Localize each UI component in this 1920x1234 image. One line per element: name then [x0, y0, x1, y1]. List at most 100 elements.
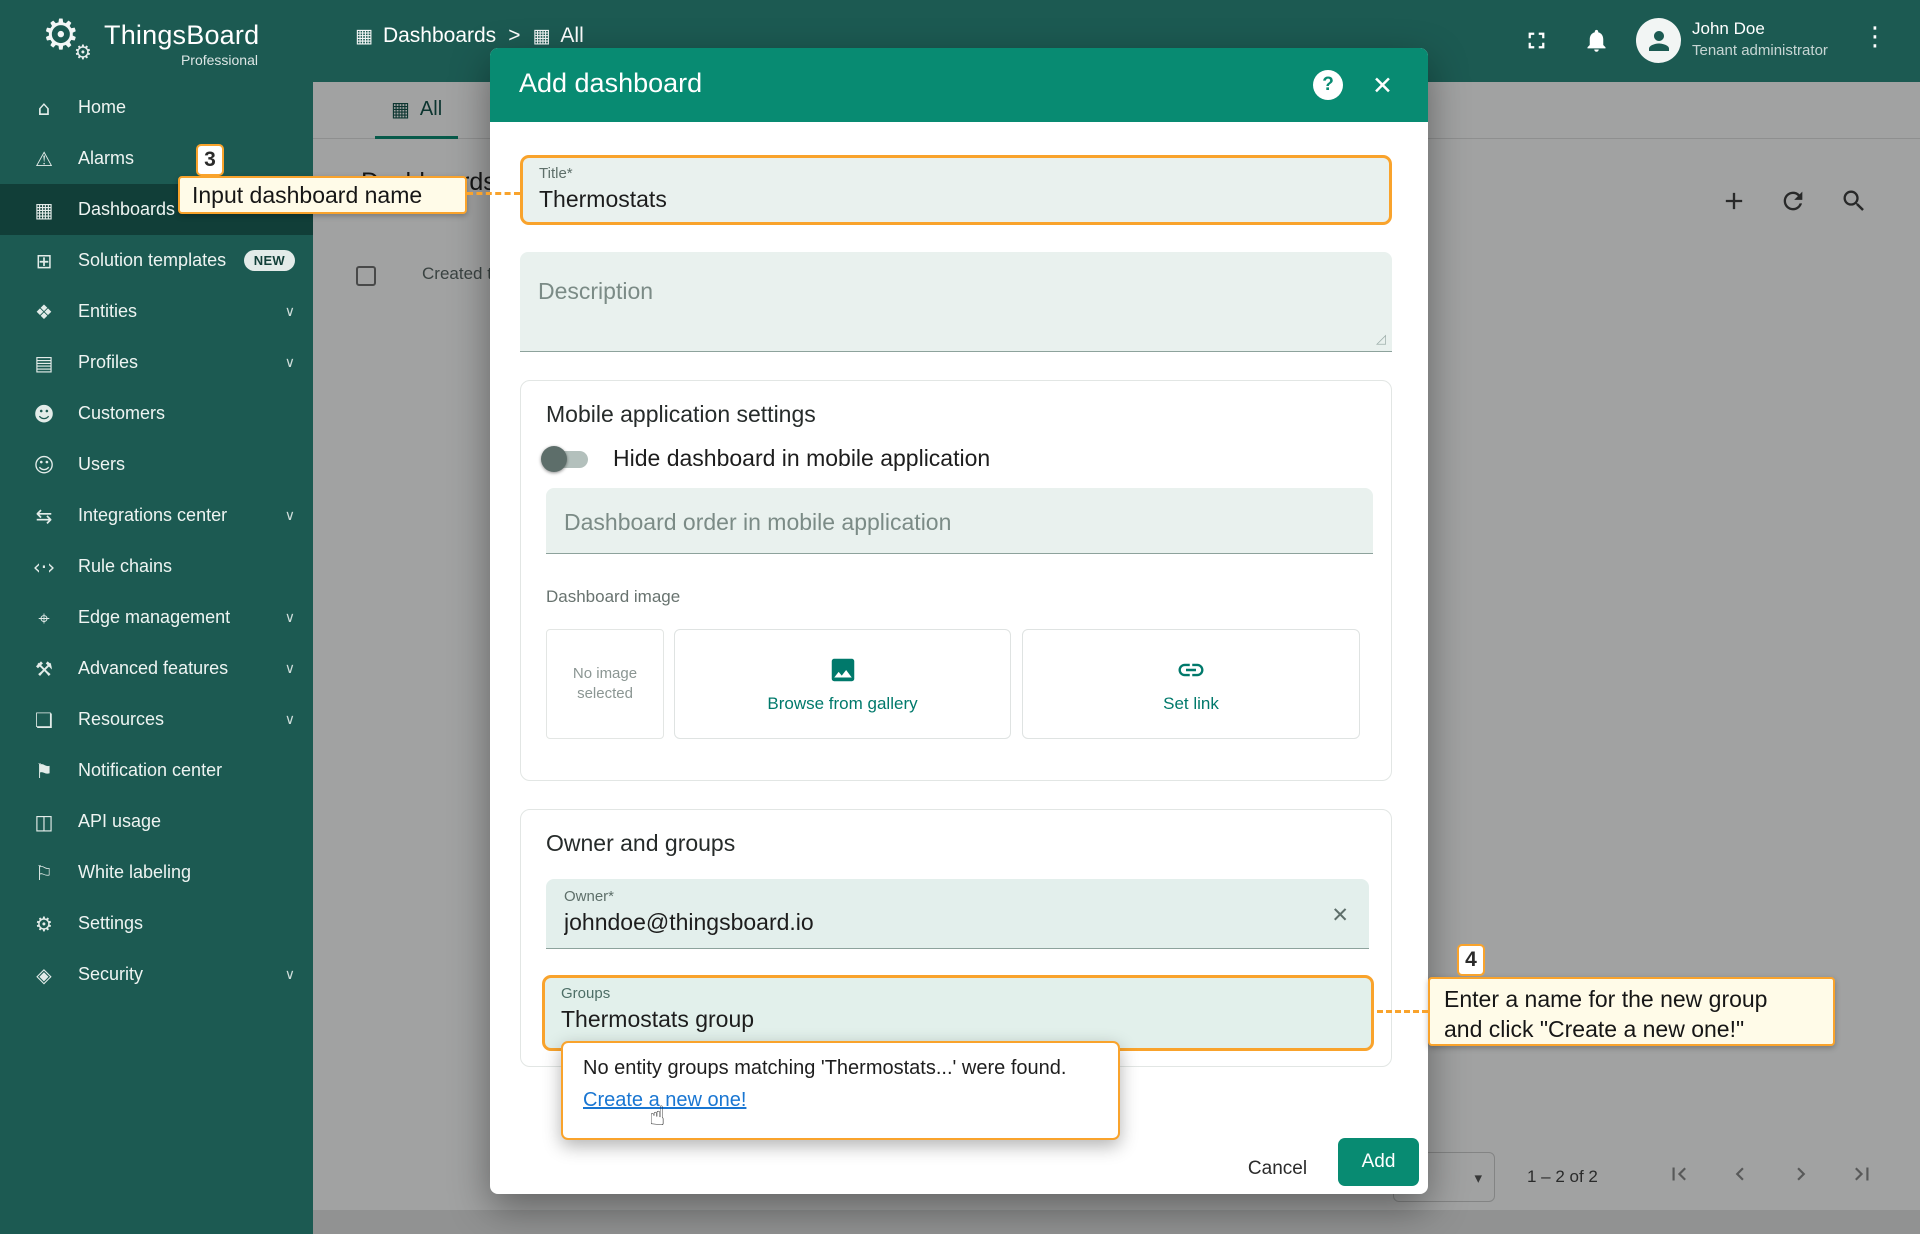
sidebar-item-label: Security: [78, 964, 143, 985]
advanced-features-icon: ⚒: [30, 657, 58, 681]
sidebar-item-label: White labeling: [78, 862, 191, 883]
step-4-connector: [1377, 1010, 1428, 1013]
owner-groups-heading: Owner and groups: [546, 830, 735, 857]
dashboards-icon: ▦: [30, 198, 58, 222]
set-link-button[interactable]: Set link: [1022, 629, 1360, 739]
close-icon[interactable]: ✕: [1372, 71, 1393, 100]
notifications-bell-icon[interactable]: [1583, 27, 1610, 54]
chevron-down-icon: ∨: [285, 610, 295, 626]
resize-grip-icon[interactable]: ◿: [1376, 332, 1386, 347]
dashboard-order-input[interactable]: [564, 506, 1355, 536]
title-field: Title*: [520, 155, 1392, 225]
sidebar-item-security[interactable]: ◈ Security ∨: [0, 949, 313, 1000]
set-link-label: Set link: [1163, 694, 1219, 714]
cancel-button[interactable]: Cancel: [1225, 1146, 1330, 1191]
users-icon: ☺: [30, 453, 58, 477]
group-icon: ▦: [532, 27, 550, 46]
owner-groups-card: Owner and groups Owner* ✕ Groups: [520, 809, 1392, 1067]
rule-chains-icon: ‹·›: [30, 555, 58, 579]
chevron-down-icon: ∨: [285, 355, 295, 371]
sidebar-item-label: Resources: [78, 709, 164, 730]
chevron-down-icon: ∨: [285, 508, 295, 524]
groups-field: Groups: [542, 975, 1374, 1051]
no-image-preview: No image selected: [546, 629, 664, 739]
sidebar-item-edge-management[interactable]: ⌖ Edge management ∨: [0, 592, 313, 643]
add-button[interactable]: Add: [1338, 1138, 1419, 1186]
description-textarea[interactable]: [520, 252, 1392, 351]
dashboard-image-label: Dashboard image: [546, 587, 680, 607]
step-4-badge: 4: [1457, 944, 1485, 976]
user-role: Tenant administrator: [1692, 42, 1828, 59]
sidebar-item-entities[interactable]: ❖ Entities ∨: [0, 286, 313, 337]
sidebar-item-advanced-features[interactable]: ⚒ Advanced features ∨: [0, 643, 313, 694]
user-name: John Doe: [1692, 19, 1765, 39]
step-3-connector: [467, 192, 520, 195]
dialog-title: Add dashboard: [519, 68, 702, 99]
sidebar-item-customers[interactable]: ☻ Customers: [0, 388, 313, 439]
customers-icon: ☻: [30, 402, 58, 426]
owner-field-label: Owner*: [564, 888, 1351, 906]
user-avatar[interactable]: [1636, 18, 1681, 63]
chevron-down-icon: ∨: [285, 967, 295, 983]
breadcrumb-dashboards[interactable]: ▦ Dashboards: [355, 24, 496, 48]
help-icon[interactable]: ?: [1313, 70, 1343, 100]
sidebar-item-profiles[interactable]: ▤ Profiles ∨: [0, 337, 313, 388]
logo[interactable]: ⚙ ⚙ ThingsBoard Professional: [0, 0, 313, 82]
groups-input[interactable]: [561, 1003, 1355, 1033]
sidebar-item-rule-chains[interactable]: ‹·› Rule chains: [0, 541, 313, 592]
breadcrumb-separator: >: [508, 24, 520, 48]
sidebar-item-label: Rule chains: [78, 556, 172, 577]
browse-gallery-button[interactable]: Browse from gallery: [674, 629, 1011, 739]
edge-management-icon: ⌖: [30, 606, 58, 630]
entities-icon: ❖: [30, 300, 58, 324]
white-labeling-icon: ⚐: [30, 861, 58, 885]
new-badge: NEW: [244, 250, 295, 271]
sidebar-item-label: Dashboards: [78, 199, 175, 220]
sidebar-item-label: Notification center: [78, 760, 222, 781]
dashboard-order-field: [546, 488, 1373, 554]
hide-dashboard-toggle-knob[interactable]: [541, 446, 567, 472]
notification-center-icon: ⚑: [30, 759, 58, 783]
sidebar-item-white-labeling[interactable]: ⚐ White labeling: [0, 847, 313, 898]
mobile-settings-heading: Mobile application settings: [546, 401, 816, 428]
title-input[interactable]: [539, 183, 1373, 213]
groups-field-label: Groups: [561, 985, 1355, 1003]
sidebar-item-users[interactable]: ☺ Users: [0, 439, 313, 490]
breadcrumb-all[interactable]: ▦ All: [532, 24, 583, 48]
sidebar-item-integrations-center[interactable]: ⇆ Integrations center ∨: [0, 490, 313, 541]
owner-input[interactable]: [564, 906, 1351, 936]
kebab-menu-icon[interactable]: ⋮: [1862, 24, 1888, 50]
sidebar-item-notification-center[interactable]: ⚑ Notification center: [0, 745, 313, 796]
sidebar-item-label: Alarms: [78, 148, 134, 169]
sidebar-item-label: Solution templates: [78, 250, 226, 271]
add-dashboard-dialog: Add dashboard ? ✕ Title* ◿ Mobile applic…: [490, 48, 1428, 1194]
browse-gallery-label: Browse from gallery: [767, 694, 917, 714]
chevron-down-icon: ∨: [285, 661, 295, 677]
breadcrumb-current-label: All: [560, 24, 583, 48]
logo-subtitle: Professional: [104, 52, 258, 68]
sidebar-item-label: Profiles: [78, 352, 138, 373]
api-usage-icon: ◫: [30, 810, 58, 834]
sidebar-item-home[interactable]: ⌂ Home: [0, 82, 313, 133]
sidebar-item-resources[interactable]: ❏ Resources ∨: [0, 694, 313, 745]
clear-owner-icon[interactable]: ✕: [1331, 903, 1349, 927]
step-4-text-line1: Enter a name for the new group: [1444, 984, 1819, 1014]
sidebar-item-label: Entities: [78, 301, 137, 322]
logo-gear-small-icon: ⚙: [74, 42, 92, 62]
sidebar-item-label: Customers: [78, 403, 165, 424]
link-icon: [1176, 655, 1206, 685]
sidebar-item-solution-templates[interactable]: ⊞ Solution templates NEW: [0, 235, 313, 286]
cursor-hand-icon: ☝: [649, 1103, 665, 1130]
sidebar-item-api-usage[interactable]: ◫ API usage: [0, 796, 313, 847]
sidebar-item-settings[interactable]: ⚙ Settings: [0, 898, 313, 949]
no-image-text: selected: [577, 684, 633, 704]
chevron-down-icon: ∨: [285, 304, 295, 320]
step-3-badge: 3: [196, 144, 224, 176]
dialog-header: Add dashboard ? ✕: [490, 48, 1428, 122]
sidebar-item-label: Advanced features: [78, 658, 228, 679]
step-3-callout: Input dashboard name: [178, 176, 467, 214]
security-icon: ◈: [30, 963, 58, 987]
sidebar-item-label: Settings: [78, 913, 143, 934]
title-field-label: Title*: [539, 165, 1373, 183]
fullscreen-icon[interactable]: [1523, 27, 1550, 54]
